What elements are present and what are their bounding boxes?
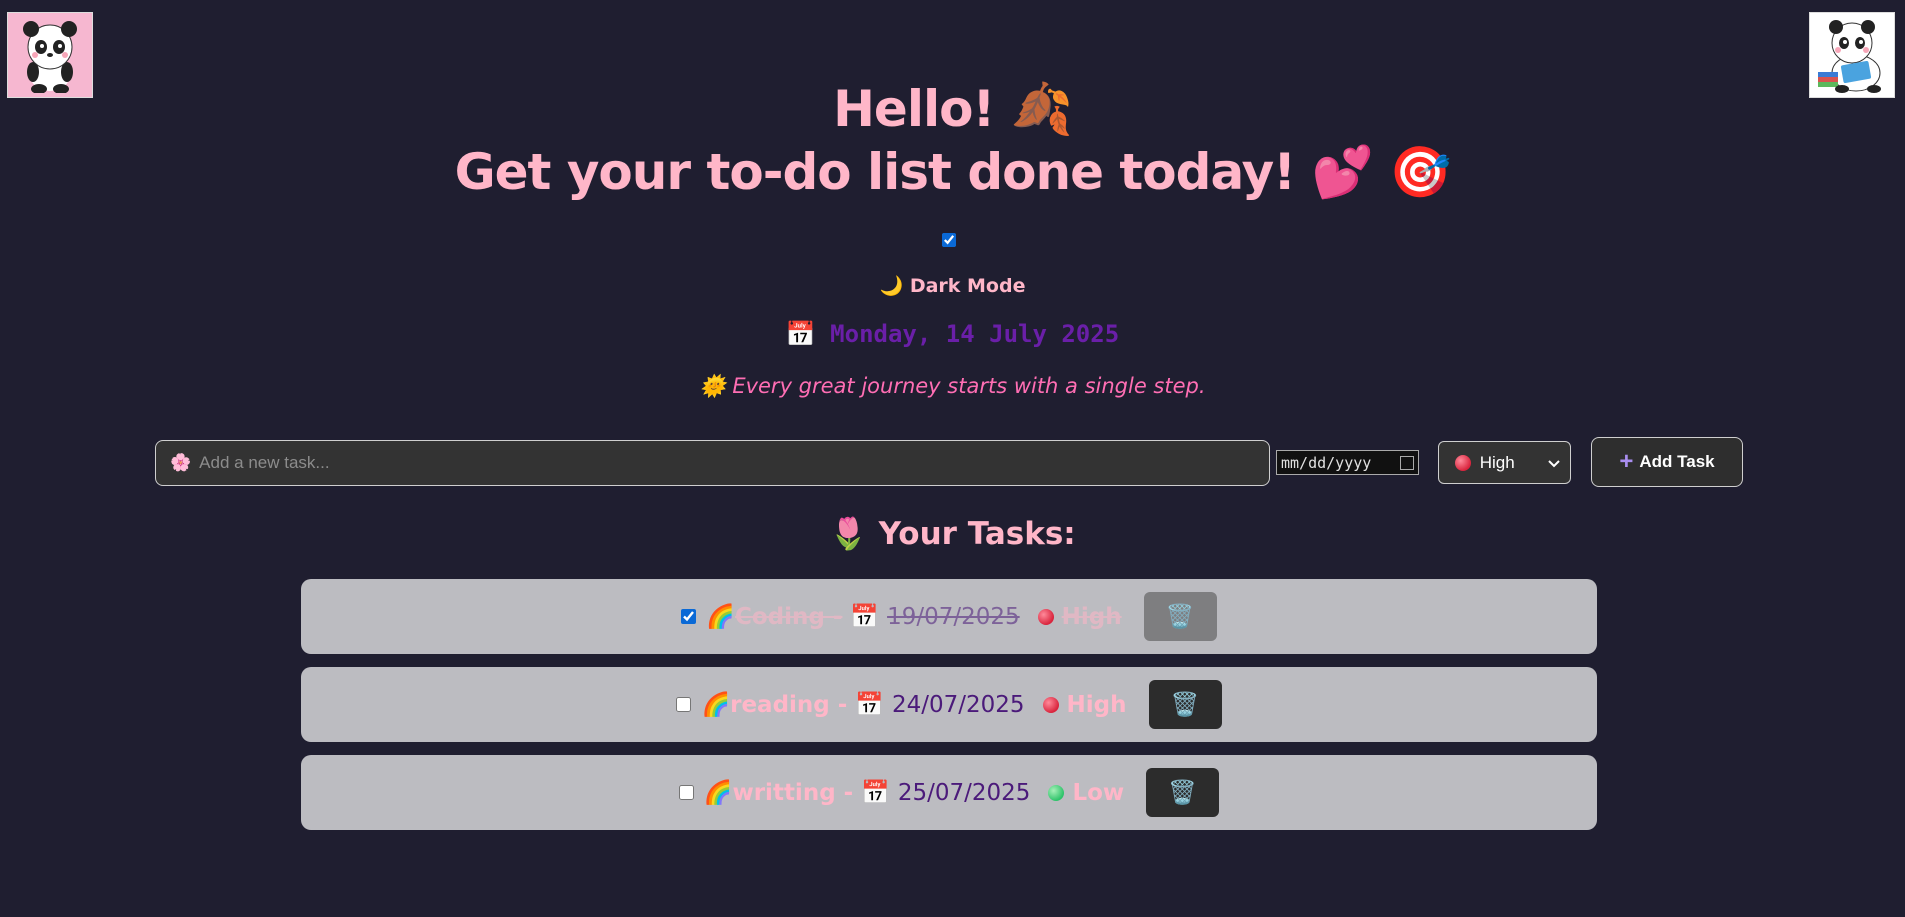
task-date: 24/07/2025 <box>891 691 1025 718</box>
dark-mode-toggle[interactable] <box>942 233 956 247</box>
heart-icon: 💕 <box>1311 142 1373 201</box>
task-complete-checkbox[interactable] <box>681 609 697 624</box>
rainbow-icon: 🌈 <box>703 780 733 806</box>
calendar-icon: 📅 <box>785 320 816 348</box>
today-date-text: Monday, 14 July 2025 <box>830 320 1120 348</box>
priority-selected-text: High <box>1479 452 1515 472</box>
sun-icon: 🌞 <box>699 374 726 398</box>
task-priority: High <box>1066 691 1127 718</box>
add-task-button[interactable]: + Add Task <box>1591 437 1743 487</box>
task-row: 🌈 reading - 📅 24/07/2025 High 🗑️ <box>301 667 1597 742</box>
task-name: writting - <box>732 779 854 806</box>
page-header: Hello! 🍂 Get your to-do list done today!… <box>0 78 1905 203</box>
greeting-title: Hello! 🍂 <box>0 78 1905 141</box>
today-date: 📅 Monday, 14 July 2025 <box>0 320 1905 348</box>
tasks-heading: 🌷 Your Tasks: <box>0 515 1905 552</box>
priority-select[interactable]: High <box>1438 441 1571 484</box>
trash-icon: 🗑️ <box>1170 692 1200 718</box>
tulip-icon: 🌷 <box>829 516 868 552</box>
target-icon: 🎯 <box>1389 142 1451 201</box>
delete-task-button[interactable]: 🗑️ <box>1143 592 1217 641</box>
dark-mode-text: Dark Mode <box>909 275 1026 297</box>
red-dot-icon <box>1455 455 1471 472</box>
calendar-icon: 📅 <box>861 780 890 806</box>
green-dot-icon <box>1048 784 1065 801</box>
red-dot-icon <box>1037 608 1054 625</box>
task-date: 25/07/2025 <box>897 779 1031 806</box>
task-row: 🌈 Coding - 📅 19/07/2025 High 🗑️ <box>301 579 1597 654</box>
greeting-text: Hello! <box>833 80 995 138</box>
motivational-quote: 🌞 Every great journey starts with a sing… <box>0 374 1905 399</box>
task-priority: High <box>1061 603 1122 630</box>
due-date-placeholder: mm/dd/yyyy <box>1281 453 1372 472</box>
trash-icon: 🗑️ <box>1168 780 1197 806</box>
due-date-input[interactable]: mm/dd/yyyy <box>1276 450 1419 475</box>
new-task-input[interactable] <box>197 452 1269 474</box>
tasks-heading-text: Your Tasks: <box>878 516 1076 552</box>
trash-icon: 🗑️ <box>1165 604 1195 630</box>
task-name: Coding - <box>735 603 843 630</box>
delete-task-button[interactable]: 🗑️ <box>1146 768 1220 817</box>
moon-icon: 🌙 <box>879 275 904 297</box>
flower-icon: 🌸 <box>170 453 192 473</box>
plus-icon: + <box>1619 448 1634 475</box>
calendar-icon: 📅 <box>855 692 884 718</box>
chevron-down-icon <box>1548 453 1560 473</box>
task-complete-checkbox[interactable] <box>678 785 694 800</box>
headline-text: Get your to-do list done today! <box>454 142 1296 201</box>
red-dot-icon <box>1042 696 1059 713</box>
calendar-icon: 📅 <box>850 604 880 630</box>
delete-task-button[interactable]: 🗑️ <box>1148 680 1222 729</box>
dark-mode-label: 🌙 Dark Mode <box>0 274 1905 297</box>
quote-text: Every great journey starts with a single… <box>732 374 1206 398</box>
task-list: 🌈 Coding - 📅 19/07/2025 High 🗑️ 🌈 readin… <box>301 579 1597 843</box>
task-row: 🌈 writting - 📅 25/07/2025 Low 🗑️ <box>301 755 1597 830</box>
leaf-icon: 🍂 <box>1010 80 1073 138</box>
task-complete-checkbox[interactable] <box>676 697 692 712</box>
calendar-picker-icon[interactable] <box>1400 455 1414 470</box>
new-task-field[interactable]: 🌸 <box>155 440 1270 486</box>
task-name: reading - <box>730 691 848 718</box>
task-priority: Low <box>1072 779 1125 806</box>
task-date: 19/07/2025 <box>887 603 1020 630</box>
rainbow-icon: 🌈 <box>706 604 735 630</box>
rainbow-icon: 🌈 <box>701 692 731 718</box>
headline-title: Get your to-do list done today! 💕 🎯 <box>0 141 1905 204</box>
add-task-label: Add Task <box>1639 452 1715 471</box>
